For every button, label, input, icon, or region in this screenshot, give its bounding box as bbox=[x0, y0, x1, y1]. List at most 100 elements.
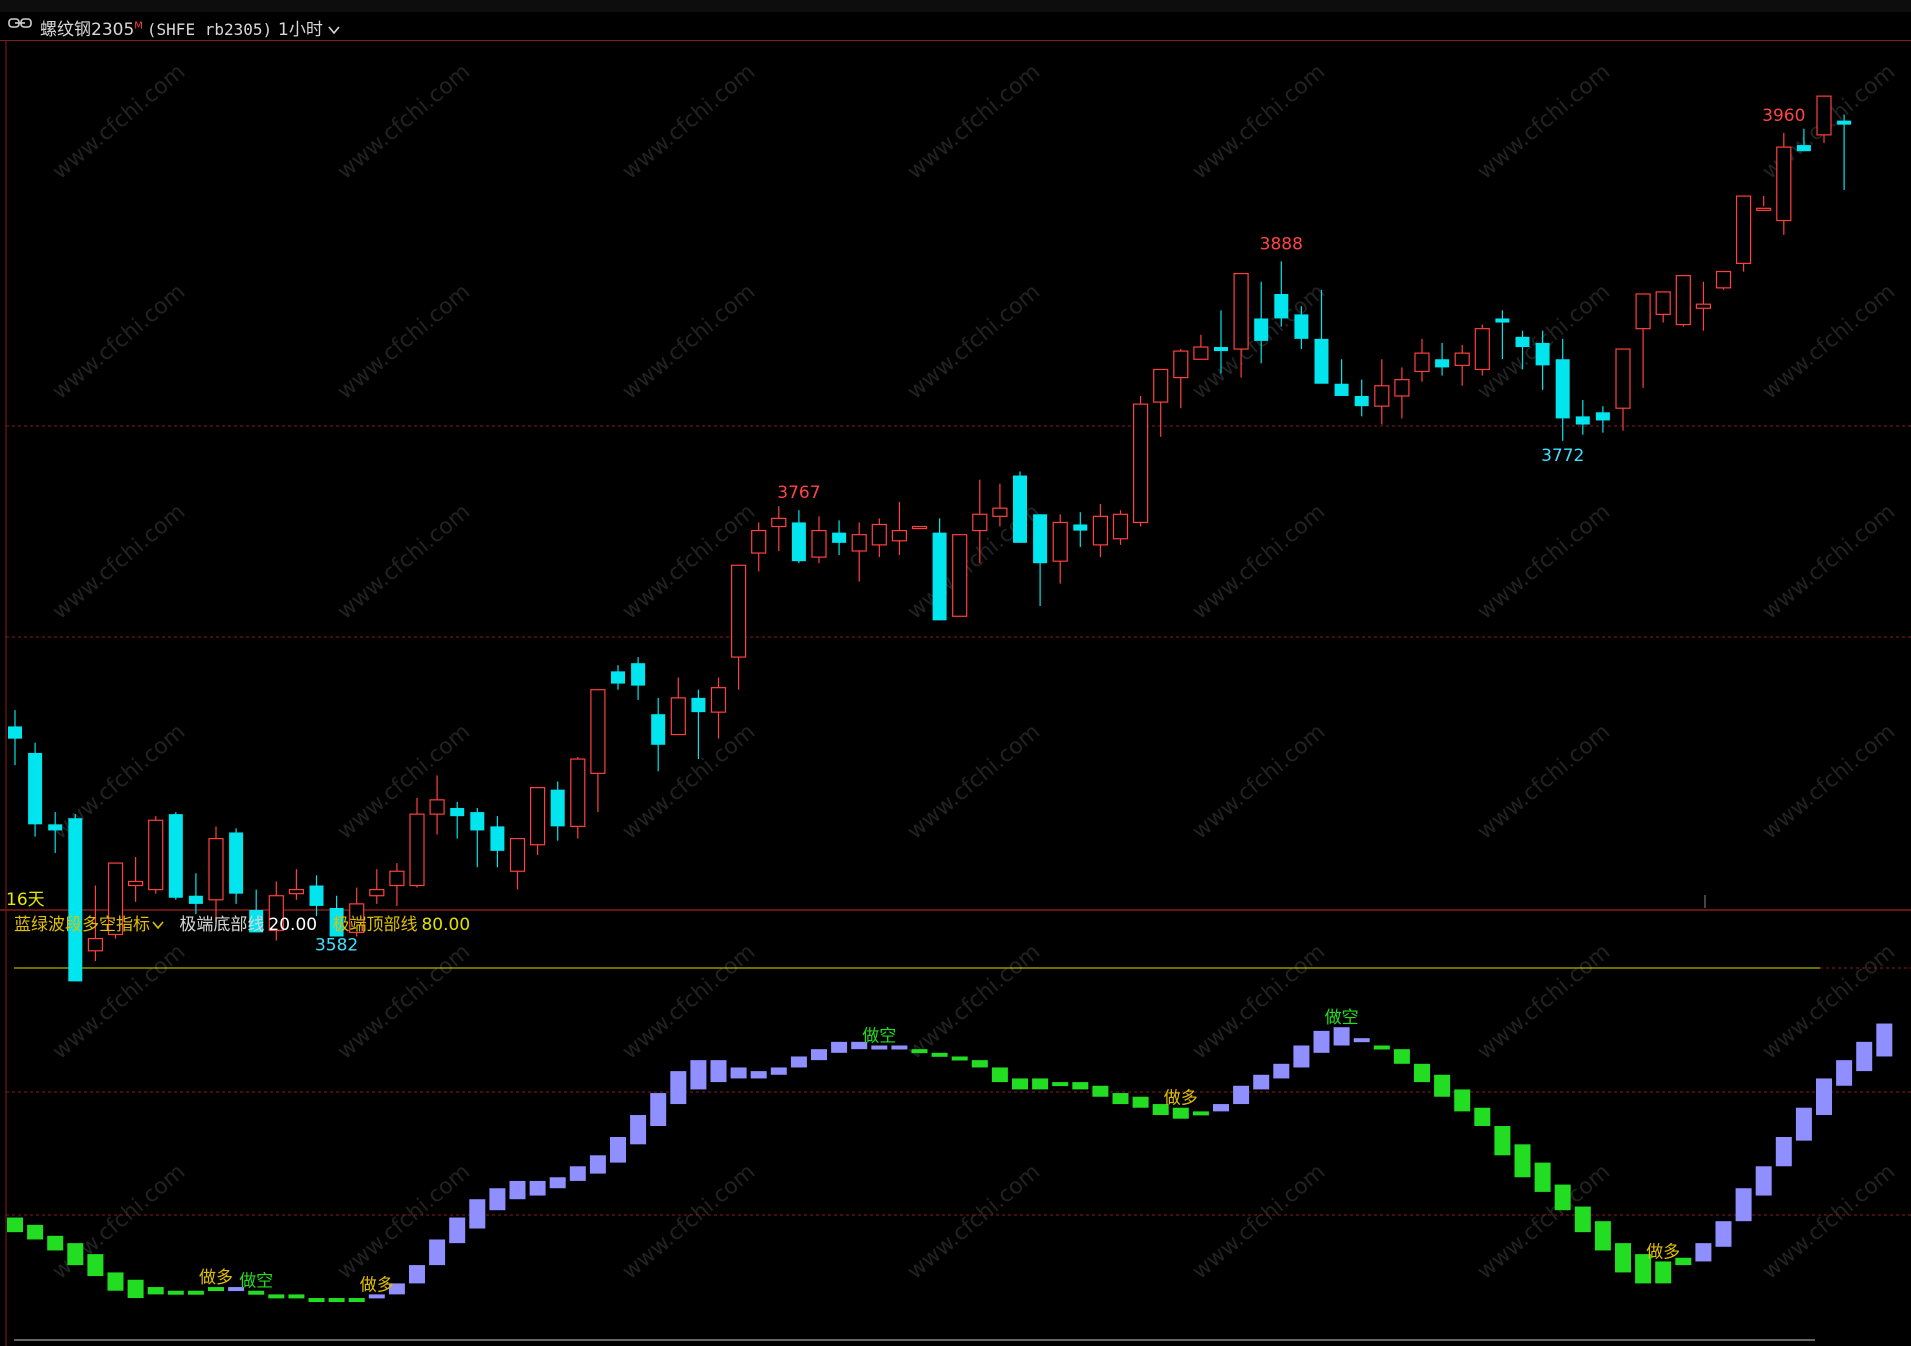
oscillator-bar bbox=[1856, 1041, 1873, 1072]
oscillator-bar bbox=[1655, 1261, 1672, 1284]
oscillator-bar bbox=[429, 1239, 446, 1266]
grid-layer bbox=[0, 40, 1911, 1346]
candle-body bbox=[1033, 514, 1048, 564]
signal-label: 做多 bbox=[1164, 1089, 1198, 1109]
candle-body bbox=[1837, 120, 1852, 125]
watermark-text: www.cfchi.com bbox=[1473, 939, 1615, 1064]
link-icon[interactable] bbox=[8, 17, 32, 29]
candle-body bbox=[68, 818, 83, 982]
candle-body bbox=[1052, 521, 1068, 562]
oscillator-bar bbox=[811, 1049, 827, 1061]
oscillator-bar bbox=[489, 1188, 506, 1211]
oscillator-bar bbox=[1273, 1063, 1290, 1079]
oscillator-bar bbox=[1353, 1038, 1370, 1043]
candle-body bbox=[208, 838, 224, 901]
extreme-value-label: 3888 bbox=[1260, 234, 1303, 254]
chevron-down-icon bbox=[328, 26, 340, 35]
oscillator-bar bbox=[1192, 1111, 1209, 1116]
oscillator-bar bbox=[670, 1071, 687, 1105]
candle-body bbox=[1112, 513, 1129, 540]
oscillator-bar bbox=[1132, 1096, 1149, 1108]
candle-body bbox=[590, 689, 606, 774]
oscillator-bar bbox=[1112, 1093, 1129, 1105]
candle-body bbox=[1193, 346, 1209, 360]
candle-body bbox=[1474, 328, 1490, 371]
oscillator-bar bbox=[1454, 1089, 1471, 1112]
candle-body bbox=[1635, 293, 1651, 330]
oscillator-bar bbox=[469, 1199, 486, 1229]
watermark-text: www.cfchi.com bbox=[618, 279, 760, 404]
signal-label: 做多 bbox=[199, 1268, 233, 1288]
candle-body bbox=[952, 534, 968, 617]
watermark-layer: www.cfchi.com www.cfchi.com www.cfchi.com w… bbox=[48, 59, 1900, 1284]
chevron-down-icon[interactable] bbox=[152, 920, 164, 930]
oscillator-bar bbox=[1554, 1184, 1571, 1211]
watermark-text: www.cfchi.com bbox=[618, 1159, 760, 1284]
candle-body bbox=[1233, 272, 1249, 350]
signal-label: 做多 bbox=[360, 1275, 394, 1295]
watermark-text: www.cfchi.com bbox=[333, 59, 475, 184]
candle-body bbox=[771, 517, 787, 528]
oscillator-bar bbox=[770, 1067, 787, 1075]
oscillator-series bbox=[7, 1023, 1893, 1303]
candle-body bbox=[369, 889, 385, 897]
indicator-name[interactable]: 蓝绿波段多空指标 bbox=[14, 915, 150, 935]
days-label: 16天 bbox=[6, 890, 45, 910]
period-label: 1小时 bbox=[278, 20, 323, 40]
oscillator-bar bbox=[1474, 1107, 1491, 1127]
candle-body bbox=[1695, 303, 1712, 309]
oscillator-bar bbox=[1836, 1060, 1853, 1086]
candle-body bbox=[710, 687, 727, 713]
watermark-text: www.cfchi.com bbox=[903, 59, 1045, 184]
oscillator-bar bbox=[509, 1180, 526, 1200]
label-layer: 3960388837673772358216天做多 做空 做多做空做多做空做多 bbox=[6, 106, 1805, 1296]
period-dropdown[interactable]: 1小时 bbox=[278, 15, 340, 40]
candle-body bbox=[1414, 352, 1430, 373]
oscillator-bar bbox=[1594, 1221, 1611, 1251]
watermark-text: www.cfchi.com bbox=[333, 719, 475, 844]
candle-body bbox=[550, 789, 565, 827]
instrument-title[interactable]: 螺纹钢2305M (SHFE rb2305) bbox=[40, 15, 272, 40]
watermark-text: www.cfchi.com bbox=[1188, 279, 1330, 404]
candle-body bbox=[429, 799, 445, 815]
candle-body bbox=[1173, 350, 1189, 379]
candle-body bbox=[1435, 359, 1450, 368]
oscillator-bar bbox=[1092, 1085, 1109, 1097]
candle-body bbox=[168, 814, 183, 898]
oscillator-bar bbox=[1534, 1162, 1551, 1192]
oscillator-bar bbox=[147, 1287, 164, 1295]
candle-body bbox=[1776, 146, 1792, 222]
oscillator-bar bbox=[1072, 1082, 1089, 1090]
watermark-text: www.cfchi.com bbox=[333, 939, 475, 1064]
oscillator-bar bbox=[911, 1049, 928, 1054]
candle-body bbox=[470, 812, 485, 831]
watermark-text: www.cfchi.com bbox=[618, 939, 760, 1064]
oscillator-bar bbox=[931, 1052, 948, 1057]
watermark-text: www.cfchi.com bbox=[1473, 499, 1615, 624]
candle-body bbox=[1535, 342, 1550, 366]
candle-body bbox=[1796, 145, 1811, 152]
oscillator-bar bbox=[1333, 1027, 1350, 1046]
oscillator-bar bbox=[1816, 1078, 1832, 1116]
candle-body bbox=[229, 832, 244, 894]
oscillator-bar bbox=[1012, 1078, 1028, 1090]
candle-body bbox=[1756, 207, 1772, 211]
oscillator-bar bbox=[268, 1294, 285, 1299]
candle-body bbox=[811, 529, 827, 558]
watermark-text: www.cfchi.com bbox=[48, 279, 190, 404]
oscillator-bar bbox=[991, 1067, 1008, 1083]
indicator-title-bar[interactable]: 蓝绿波段多空指标 极端底部线 20.00 极端顶部线 80.00 bbox=[14, 910, 480, 935]
oscillator-bar bbox=[951, 1056, 968, 1061]
oscillator-bar bbox=[1393, 1049, 1410, 1064]
watermark-text: www.cfchi.com bbox=[1188, 499, 1330, 624]
oscillator-bar bbox=[1735, 1188, 1752, 1222]
oscillator-bar bbox=[87, 1254, 104, 1277]
oscillator-bar bbox=[1253, 1074, 1270, 1090]
candle-body bbox=[1675, 275, 1691, 326]
chart-header: 螺纹钢2305M (SHFE rb2305) 1小时 bbox=[0, 0, 1911, 41]
oscillator-bar bbox=[47, 1235, 64, 1251]
chart-area[interactable]: www.cfchi.com www.cfchi.com www.cfchi.com w… bbox=[0, 40, 1911, 1346]
watermark-text: www.cfchi.com bbox=[1473, 59, 1615, 184]
oscillator-bar bbox=[1434, 1074, 1451, 1097]
bottom-line-label: 极端底部线 bbox=[179, 915, 265, 935]
